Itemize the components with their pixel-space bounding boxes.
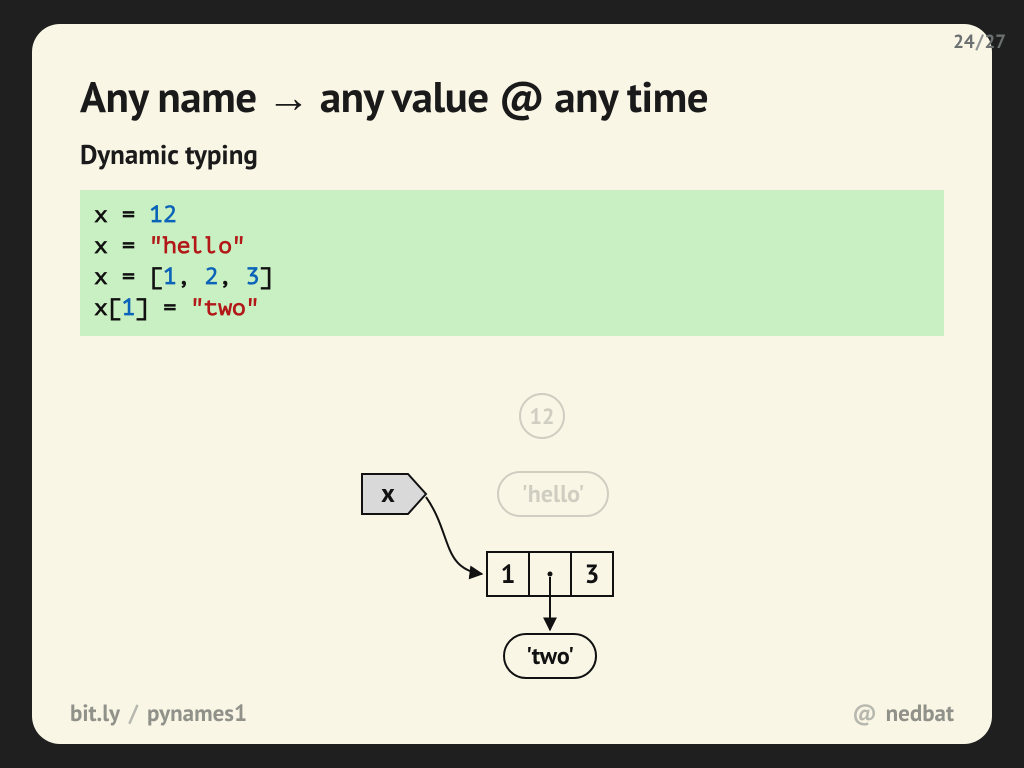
svg-text:x: x bbox=[381, 477, 395, 510]
slide-subtitle: Dynamic typing bbox=[32, 132, 992, 190]
slide-title: Any name → any value @ any time bbox=[32, 24, 992, 132]
arrow-name-to-list bbox=[426, 497, 482, 574]
slide: 24/27 Any name → any value @ any time Dy… bbox=[32, 24, 992, 744]
page-current: 24 bbox=[953, 30, 975, 54]
list-cell-1-dot bbox=[548, 572, 553, 577]
ref-str-node: 'two' bbox=[504, 634, 596, 678]
list-cell-2: 3 bbox=[585, 558, 600, 591]
svg-text:12: 12 bbox=[530, 403, 555, 431]
footer-handle: @ nedbat bbox=[849, 699, 954, 728]
diagram: 12 'hello' x 1 3 'two' bbox=[322, 384, 702, 704]
page-slash: / bbox=[976, 30, 984, 54]
old-str-node: 'hello' bbox=[498, 472, 608, 516]
footer-link: bit.ly / pynames1 bbox=[70, 699, 247, 728]
page-counter: 24/27 bbox=[953, 30, 1006, 54]
list-cell-0: 1 bbox=[501, 558, 516, 591]
code-block: x = 12 x = "hello" x = [1, 2, 3] x[1] = … bbox=[80, 190, 944, 336]
svg-text:'two': 'two' bbox=[526, 640, 574, 671]
footer: bit.ly / pynames1 @ nedbat bbox=[32, 699, 992, 728]
old-int-node: 12 bbox=[520, 394, 564, 438]
name-tag: x bbox=[362, 474, 426, 514]
svg-text:'hello': 'hello' bbox=[522, 478, 585, 509]
page-total: 27 bbox=[984, 30, 1006, 54]
